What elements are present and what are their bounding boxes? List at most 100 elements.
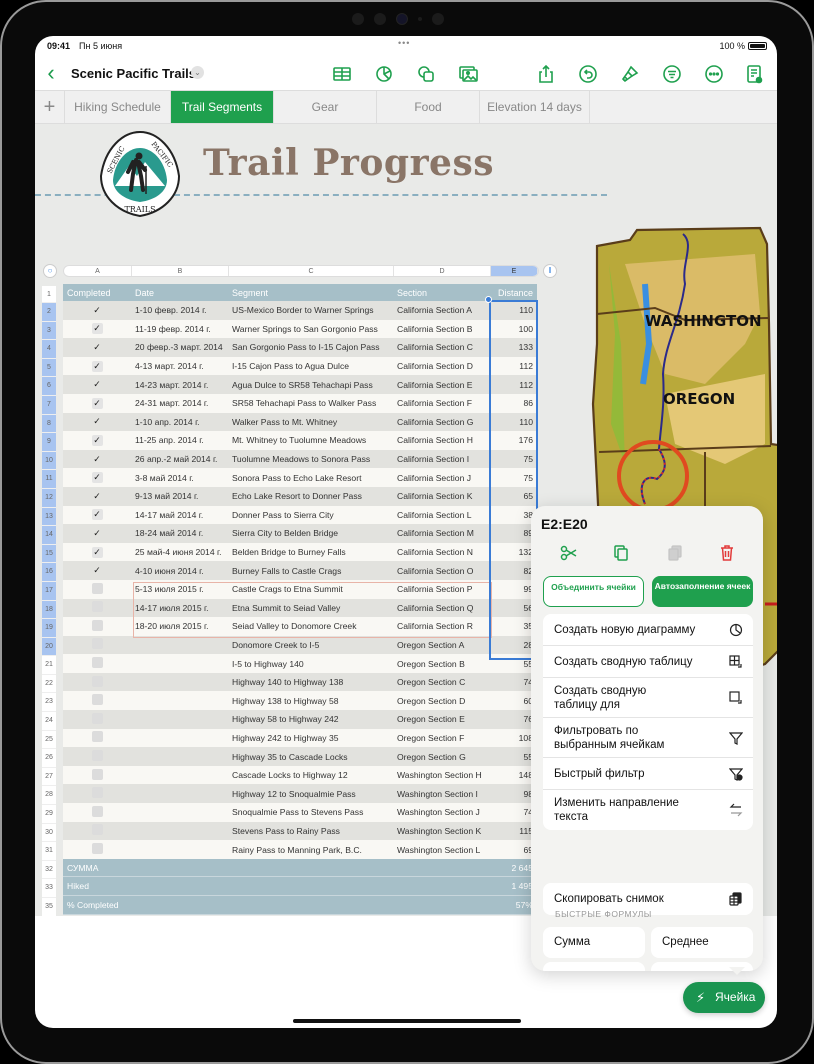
- completed-cell[interactable]: [63, 731, 131, 744]
- row-number[interactable]: 9: [42, 433, 56, 452]
- segment-cell[interactable]: US-Mexico Border to Warner Springs: [228, 305, 393, 315]
- checkbox[interactable]: [91, 731, 103, 743]
- segment-cell[interactable]: Stevens Pass to Rainy Pass: [228, 826, 393, 836]
- completed-cell[interactable]: [63, 824, 131, 837]
- section-cell[interactable]: California Section I: [393, 454, 490, 464]
- checkbox[interactable]: ✓: [91, 397, 103, 409]
- row-number[interactable]: 15: [42, 544, 56, 564]
- column-header-b[interactable]: B: [132, 266, 229, 276]
- row-number[interactable]: 10: [42, 451, 56, 471]
- row-number[interactable]: 6: [42, 377, 56, 396]
- tab-hiking-schedule[interactable]: Hiking Schedule: [65, 91, 171, 123]
- distance-cell[interactable]: 65: [490, 491, 537, 501]
- segment-cell[interactable]: Mt. Whitney to Tuolumne Meadows: [228, 435, 393, 445]
- checkbox[interactable]: ✓: [92, 565, 103, 576]
- distance-cell[interactable]: 133: [490, 342, 537, 352]
- distance-cell[interactable]: 176: [490, 435, 537, 445]
- checkbox[interactable]: ✓: [92, 528, 103, 539]
- completed-cell[interactable]: [63, 712, 131, 726]
- add-sheet-button[interactable]: +: [35, 91, 65, 123]
- segment-cell[interactable]: Rainy Pass to Manning Park, B.C.: [228, 845, 393, 855]
- section-cell[interactable]: Oregon Section C: [393, 677, 490, 687]
- section-cell[interactable]: California Section A: [393, 305, 490, 315]
- distance-cell[interactable]: 55: [490, 659, 537, 669]
- distance-cell[interactable]: 55: [490, 752, 537, 762]
- checkbox[interactable]: ✓: [91, 434, 103, 446]
- home-indicator[interactable]: [293, 1019, 521, 1023]
- checkbox[interactable]: [91, 787, 103, 799]
- row-number[interactable]: 14: [42, 526, 56, 545]
- column-header-c[interactable]: C: [229, 266, 394, 276]
- section-cell[interactable]: Oregon Section G: [393, 752, 490, 762]
- distance-cell[interactable]: 98: [490, 789, 537, 799]
- section-cell[interactable]: Oregon Section B: [393, 659, 490, 669]
- checkbox[interactable]: ✓: [91, 323, 103, 335]
- completed-cell[interactable]: [63, 619, 131, 633]
- row-number[interactable]: 22: [42, 674, 56, 694]
- checkbox[interactable]: ✓: [92, 305, 103, 316]
- segment-cell[interactable]: Castle Crags to Etna Summit: [228, 584, 393, 594]
- completed-cell[interactable]: ✓: [63, 434, 131, 446]
- checkbox[interactable]: ✓: [91, 472, 103, 484]
- title-menu-chevron-icon[interactable]: ⌄: [191, 66, 204, 79]
- completed-cell[interactable]: ✓: [63, 342, 131, 353]
- completed-cell[interactable]: ✓: [63, 397, 131, 409]
- row-number[interactable]: 24: [42, 712, 56, 731]
- completed-cell[interactable]: [63, 843, 131, 856]
- completed-cell[interactable]: ✓: [63, 379, 131, 390]
- date-cell[interactable]: 14-17 май 2014 г.: [131, 510, 228, 520]
- section-cell[interactable]: California Section F: [393, 398, 490, 408]
- column-header-d[interactable]: D: [394, 266, 491, 276]
- footer-label[interactable]: % Completed: [63, 900, 490, 910]
- section-cell[interactable]: California Section C: [393, 342, 490, 352]
- media-icon[interactable]: [457, 63, 479, 85]
- row-number[interactable]: 13: [42, 507, 56, 527]
- date-cell[interactable]: 11-25 апр. 2014 г.: [131, 435, 228, 445]
- distance-cell[interactable]: 148: [490, 770, 537, 780]
- checkbox[interactable]: [91, 619, 103, 631]
- undo-icon[interactable]: [577, 63, 599, 85]
- checkbox[interactable]: ✓: [92, 342, 103, 353]
- row-number[interactable]: 11: [42, 470, 56, 489]
- completed-cell[interactable]: [63, 750, 131, 763]
- row-number[interactable]: 32: [42, 860, 56, 880]
- segment-cell[interactable]: Highway 12 to Snoqualmie Pass: [228, 789, 393, 799]
- segment-cell[interactable]: SR58 Tehachapi Pass to Walker Pass: [228, 398, 393, 408]
- section-cell[interactable]: California Section J: [393, 473, 490, 483]
- row-number[interactable]: 18: [42, 600, 56, 620]
- row-number[interactable]: 21: [42, 656, 56, 675]
- formula-average-button[interactable]: Среднее: [651, 927, 753, 958]
- section-cell[interactable]: Oregon Section A: [393, 640, 490, 650]
- completed-cell[interactable]: [63, 675, 131, 689]
- row-number[interactable]: 19: [42, 619, 56, 638]
- section-cell[interactable]: Oregon Section F: [393, 733, 490, 743]
- segment-cell[interactable]: Highway 35 to Cascade Locks: [228, 752, 393, 762]
- row-number[interactable]: 23: [42, 693, 56, 713]
- tab-elevation-14-days[interactable]: Elevation 14 days: [480, 91, 590, 123]
- distance-cell[interactable]: 75: [490, 473, 537, 483]
- checkbox[interactable]: [91, 675, 103, 687]
- distance-cell[interactable]: 110: [490, 305, 537, 315]
- date-cell[interactable]: 9-13 май 2014 г.: [131, 491, 228, 501]
- checkbox[interactable]: ✓: [92, 491, 103, 502]
- distance-cell[interactable]: 108: [490, 733, 537, 743]
- completed-cell[interactable]: [63, 601, 131, 614]
- row-number[interactable]: 1: [42, 286, 56, 303]
- date-cell[interactable]: 25 май-4 июня 2014 г.: [131, 547, 228, 557]
- date-cell[interactable]: 4-10 июня 2014 г.: [131, 566, 228, 576]
- segment-cell[interactable]: Donner Pass to Sierra City: [228, 510, 393, 520]
- distance-cell[interactable]: 74: [490, 807, 537, 817]
- distance-cell[interactable]: 82: [490, 566, 537, 576]
- section-cell[interactable]: California Section R: [393, 621, 490, 631]
- menu-item-quick-filter[interactable]: Быстрый фильтр: [543, 758, 753, 790]
- date-cell[interactable]: 24-31 март. 2014 г.: [131, 398, 228, 408]
- multitasking-dots[interactable]: •••: [398, 38, 410, 48]
- completed-cell[interactable]: [63, 768, 131, 782]
- section-cell[interactable]: California Section M: [393, 528, 490, 538]
- segment-cell[interactable]: Highway 242 to Highway 35: [228, 733, 393, 743]
- add-column-handle[interactable]: ‖: [543, 264, 557, 278]
- completed-cell[interactable]: ✓: [63, 416, 131, 427]
- row-number[interactable]: 17: [42, 581, 56, 601]
- row-number[interactable]: 33: [42, 879, 56, 898]
- row-number[interactable]: 4: [42, 340, 56, 359]
